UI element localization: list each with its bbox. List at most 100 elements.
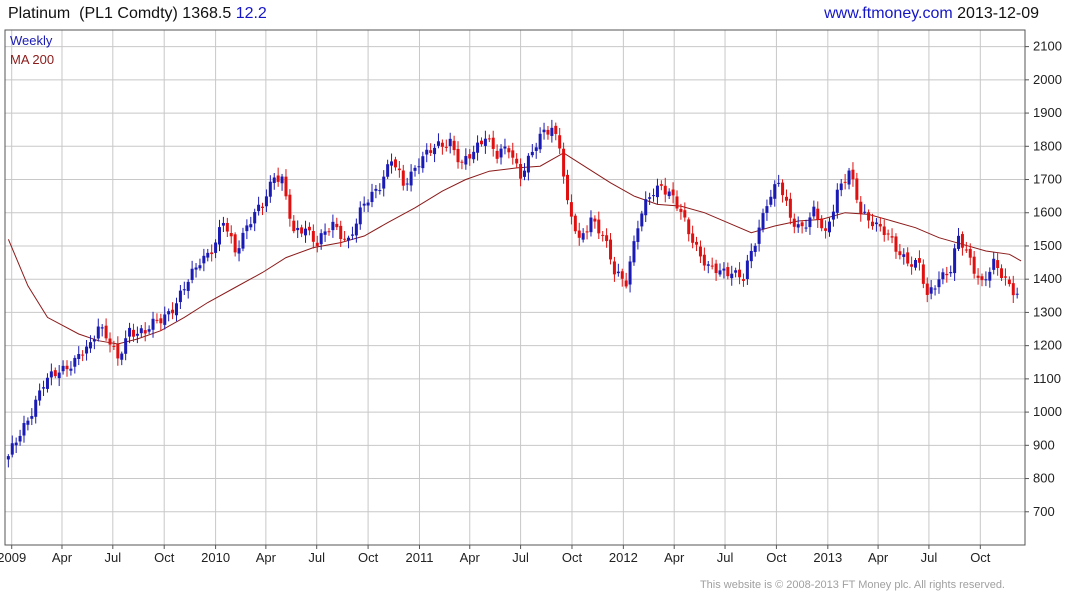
candle-up bbox=[745, 260, 749, 280]
candle-down bbox=[479, 140, 483, 145]
candle-up bbox=[128, 327, 132, 337]
candle-down bbox=[562, 148, 566, 177]
candle-up bbox=[194, 267, 198, 270]
candle-down bbox=[851, 169, 855, 180]
candle-up bbox=[378, 190, 382, 192]
y-tick-label: 1400 bbox=[1033, 271, 1062, 286]
candle-up bbox=[264, 196, 268, 207]
x-tick-label: Apr bbox=[868, 550, 889, 565]
candle-down bbox=[519, 164, 523, 179]
candle-down bbox=[960, 234, 964, 248]
candle-up bbox=[421, 156, 425, 169]
candle-up bbox=[812, 206, 816, 217]
candle-down bbox=[112, 345, 116, 347]
candle-down bbox=[261, 206, 265, 208]
candle-down bbox=[65, 365, 69, 370]
candle-up bbox=[221, 222, 225, 226]
candle-up bbox=[534, 147, 538, 151]
plot-frame bbox=[4, 29, 1026, 546]
y-tick-label: 1900 bbox=[1033, 105, 1062, 120]
candle-up bbox=[163, 314, 167, 325]
candle-up bbox=[804, 227, 808, 229]
candle-up bbox=[139, 328, 143, 334]
candle-up bbox=[483, 138, 487, 146]
candle-up bbox=[22, 423, 26, 436]
candle-up bbox=[522, 170, 526, 177]
x-tick-label: 2011 bbox=[405, 550, 433, 565]
candle-up bbox=[616, 271, 620, 274]
candle-up bbox=[347, 237, 351, 241]
candle-up bbox=[257, 204, 261, 212]
candle-up bbox=[370, 191, 374, 203]
candle-up bbox=[206, 252, 210, 258]
candle-up bbox=[30, 416, 34, 419]
candle-up bbox=[476, 142, 480, 153]
candle-down bbox=[945, 273, 949, 276]
candle-up bbox=[413, 167, 417, 171]
candle-up bbox=[366, 202, 370, 206]
candle-up bbox=[319, 233, 323, 245]
candle-up bbox=[526, 155, 530, 173]
candle-up bbox=[237, 248, 241, 254]
candle-down bbox=[491, 137, 495, 149]
candle-up bbox=[34, 399, 38, 417]
candle-up bbox=[589, 217, 593, 233]
candle-down bbox=[714, 263, 718, 274]
candles-layer bbox=[6, 119, 1019, 468]
candle-down bbox=[695, 241, 699, 245]
candle-up bbox=[949, 272, 953, 274]
candle-up bbox=[765, 206, 769, 213]
candle-down bbox=[710, 265, 714, 267]
candle-down bbox=[917, 258, 921, 263]
candle-down bbox=[573, 215, 577, 232]
candle-down bbox=[1000, 268, 1004, 278]
candle-down bbox=[311, 230, 315, 242]
candle-down bbox=[741, 279, 745, 281]
y-tick-label: 1100 bbox=[1033, 371, 1061, 386]
x-tick-label: 2012 bbox=[609, 550, 638, 565]
y-tick-label: 1000 bbox=[1033, 404, 1062, 419]
candle-up bbox=[644, 199, 648, 216]
x-tick-label: Apr bbox=[664, 550, 685, 565]
candle-up bbox=[350, 234, 354, 236]
candle-down bbox=[143, 330, 147, 334]
candle-up bbox=[753, 245, 757, 252]
candle-up bbox=[769, 196, 773, 205]
candle-up bbox=[542, 129, 546, 133]
candle-up bbox=[827, 221, 831, 233]
candle-up bbox=[628, 261, 632, 285]
candle-up bbox=[957, 235, 961, 249]
price-chart: 700 800 900 1000 1100 1200 1300 1400 1500 1600 170… bbox=[0, 29, 1062, 565]
candle-down bbox=[339, 225, 343, 239]
y-tick-label: 1200 bbox=[1033, 338, 1062, 353]
candle-up bbox=[186, 281, 190, 291]
candle-up bbox=[135, 333, 139, 336]
candle-down bbox=[980, 276, 984, 281]
candle-down bbox=[487, 138, 491, 140]
candle-up bbox=[499, 148, 503, 158]
candle-down bbox=[683, 210, 687, 218]
candle-up bbox=[354, 223, 358, 236]
candle-up bbox=[405, 183, 409, 185]
candle-up bbox=[190, 268, 194, 280]
candle-up bbox=[730, 273, 734, 279]
candle-down bbox=[343, 238, 347, 240]
candle-up bbox=[241, 232, 245, 249]
candle-up bbox=[773, 184, 777, 199]
candle-down bbox=[726, 267, 730, 277]
candle-up bbox=[386, 164, 390, 177]
candle-down bbox=[507, 148, 511, 153]
x-tick-label: Jul bbox=[921, 550, 938, 565]
candle-down bbox=[792, 218, 796, 227]
candle-up bbox=[245, 225, 249, 232]
candle-up bbox=[648, 197, 652, 199]
y-tick-label: 800 bbox=[1033, 471, 1055, 486]
candle-up bbox=[120, 353, 124, 360]
candle-down bbox=[307, 226, 311, 231]
candle-up bbox=[984, 279, 988, 281]
candle-down bbox=[972, 256, 976, 274]
candle-up bbox=[100, 327, 104, 329]
candle-up bbox=[45, 377, 49, 389]
candle-up bbox=[73, 357, 77, 367]
candle-down bbox=[679, 208, 683, 212]
